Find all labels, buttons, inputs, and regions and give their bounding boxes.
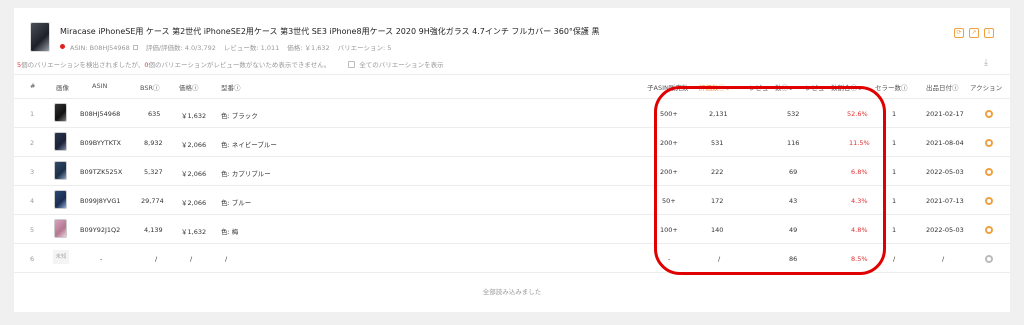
row-price: / [190,255,193,263]
row-number: 4 [30,197,35,205]
help-icon: ⓘ [952,84,959,92]
help-icon: ⓘ [901,84,908,92]
variation-image[interactable] [54,219,67,238]
show-all-checkbox[interactable] [348,61,356,68]
row-bsr: / [155,255,158,263]
row-model: 色: ブラック [221,112,258,120]
row-sellers: 1 [892,197,897,205]
col-price-label: 価格 [179,84,192,92]
col-num: # [30,82,36,90]
row-number: 2 [30,139,35,147]
product-price: 価格: ￥1,632 [287,44,330,52]
settings-icon[interactable] [985,197,993,205]
row-sellers: 1 [892,139,897,147]
status-dot [60,44,65,49]
row-asin[interactable]: B09TZK525X [80,168,122,176]
row-number: 3 [30,168,35,176]
row-sellers: 1 [892,110,897,118]
row-price: ￥2,066 [181,141,207,149]
variation-notice: 5個のバリエーションを検出されましたが、0個のバリエーションがレビュー数がないた… [17,59,444,69]
product-title: Miracase iPhoneSE用 ケース 第2世代 iPhoneSE2用ケー… [60,27,600,36]
row-bsr: 5,327 [144,168,163,176]
row-date: 2021-07-13 [926,197,964,205]
external-link-icon[interactable] [132,45,138,50]
settings-icon[interactable] [985,168,993,176]
row-asin[interactable]: B09BYYTKTX [80,139,121,147]
help-icon: ⓘ [192,84,199,92]
row-bsr: 29,774 [141,197,164,205]
settings-icon[interactable] [985,139,993,147]
variation-image[interactable] [54,190,67,209]
unknown-image-placeholder: 未知 [53,250,69,264]
row-date: / [942,255,945,263]
refresh-icon[interactable]: ⟳ [954,28,964,38]
notice-text-2: 個のバリエーションがレビュー数がないため表示できません。 [148,61,331,69]
col-action: アクション [970,84,1003,92]
row-number: 5 [30,226,35,234]
product-thumbnail [30,22,50,52]
variation-image[interactable] [54,103,67,122]
row-price: ￥2,066 [181,170,207,178]
col-launch-date[interactable]: 出品日付ⓘ [926,82,959,92]
row-asin: - [100,255,103,263]
settings-icon [985,255,993,263]
load-complete-footer: 全部読み込みました [482,288,542,296]
row-asin[interactable]: B099J8YVG1 [80,197,121,205]
row-date: 2021-08-04 [926,139,964,147]
show-all-label[interactable]: 全てのバリエーションを表示 [359,61,443,69]
row-date: 2022-05-03 [926,168,964,176]
col-price[interactable]: 価格ⓘ [179,82,199,92]
row-price: ￥1,632 [181,228,207,236]
row-date: 2021-02-17 [926,110,964,118]
help-icon: ⓘ [234,84,241,92]
row-bsr: 635 [148,110,161,118]
row-model: 色: ネイビーブルー [221,141,277,149]
col-seller-count[interactable]: セラー数ⓘ [875,82,908,92]
col-model[interactable]: 型番ⓘ [221,82,241,92]
col-bsr-label: BSR [140,84,153,92]
row-asin[interactable]: B09Y92J1Q2 [80,226,120,234]
row-bsr: 8,932 [144,139,163,147]
col-image: 画像 [56,84,69,92]
settings-icon[interactable] [985,226,993,234]
row-model: 色: カプリブルー [221,170,271,178]
col-seller-count-label: セラー数 [875,84,901,92]
row-date: 2022-05-03 [926,226,964,234]
share-icon[interactable]: ↗ [969,28,979,38]
notice-text-1: 個のバリエーションを検出されましたが、 [21,61,145,69]
col-model-label: 型番 [221,84,234,92]
row-sellers: 1 [892,168,897,176]
col-asin: ASIN [92,82,108,90]
variation-image[interactable] [54,161,67,180]
row-sellers: 1 [892,226,897,234]
row-price: ￥1,632 [181,112,207,120]
row-model: / [225,255,228,263]
download-icon[interactable]: ⤓ [984,58,988,68]
row-model: 色: ブルー [221,199,252,207]
export-icon[interactable]: ⇩ [984,28,994,38]
col-launch-date-label: 出品日付 [926,84,952,92]
divider [14,74,1010,75]
variation-image[interactable] [54,132,67,151]
product-review-count: レビュー数: 1,011 [223,44,280,52]
row-number: 1 [30,110,35,118]
product-asin[interactable]: ASIN: B08HJ54968 [70,44,130,52]
product-rating: 評価/評価数: 4.0/3,792 [145,44,216,52]
row-number: 6 [30,255,35,263]
row-price: ￥2,066 [181,199,207,207]
highlight-annotation [654,86,886,275]
row-model: 色: 梅 [221,228,239,236]
product-variations: バリエーション: 5 [337,44,392,52]
row-bsr: 4,139 [144,226,163,234]
product-meta: ASIN: B08HJ54968 評価/評価数: 4.0/3,792 レビュー数: … [60,42,391,52]
help-icon: ⓘ [153,84,160,92]
row-sellers: / [893,255,896,263]
row-asin[interactable]: B08HJ54968 [80,110,120,118]
col-bsr[interactable]: BSRⓘ [140,82,160,92]
settings-icon[interactable] [985,110,993,118]
